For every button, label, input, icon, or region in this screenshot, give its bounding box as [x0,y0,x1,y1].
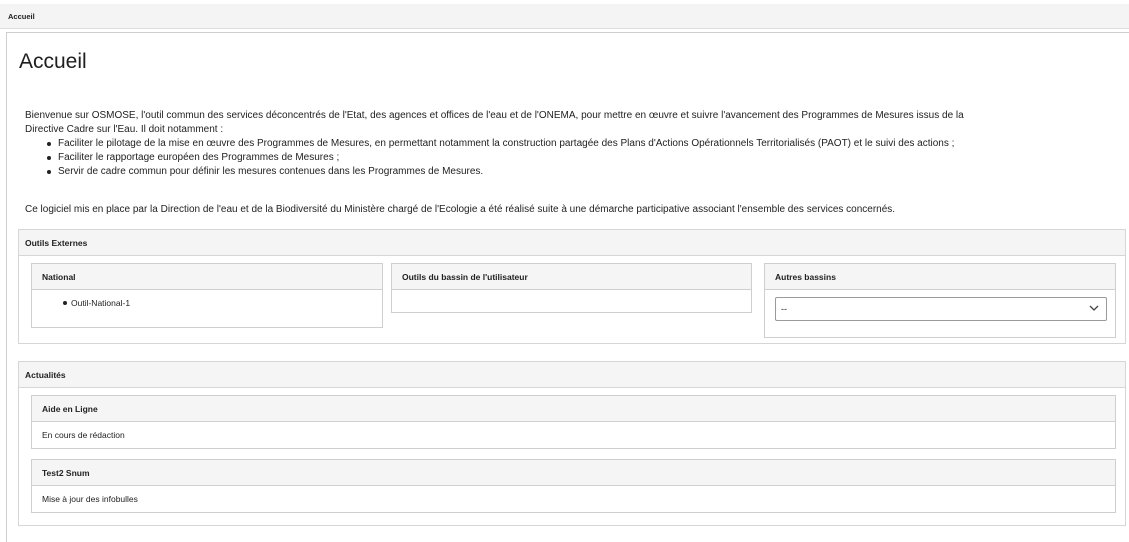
news-item-body: En cours de rédaction [42,430,125,440]
chevron-down-icon [1089,305,1099,311]
news-item-title: Aide en Ligne [32,396,1115,422]
news-item-title: Test2 Snum [32,460,1115,486]
news-item: Aide en Ligne En cours de rédaction [31,395,1116,449]
intro-bullet-list: Faciliter le pilotage de la mise en œuvr… [25,137,1105,179]
national-title: National [32,264,382,290]
actualites-panel: Actualités Aide en Ligne En cours de réd… [18,361,1126,526]
bassin-utilisateur-title: Outils du bassin de l'utilisateur [392,264,751,290]
autres-bassins-select[interactable]: -- [775,297,1107,321]
intro-closing: Ce logiciel mis en place par la Directio… [25,204,896,215]
intro-bullet: Servir de cadre commun pour définir les … [45,165,1105,179]
outils-externes-panel: Outils Externes National Outil-National-… [18,229,1126,344]
autres-bassins-box: Autres bassins -- [764,263,1116,338]
page-title: Accueil [19,50,87,73]
national-link-item[interactable]: Outil-National-1 [42,298,372,308]
outils-externes-title: Outils Externes [19,230,1125,256]
intro-text: Bienvenue sur OSMOSE, l'outil commun des… [25,109,1105,179]
intro-bullet: Faciliter le rapportage européen des Pro… [45,151,1105,165]
select-value: -- [781,304,787,314]
tab-accueil[interactable]: Accueil [8,12,35,21]
news-item-body: Mise à jour des infobulles [42,494,138,504]
top-tab-bar: Accueil [0,4,1129,29]
autres-bassins-title: Autres bassins [765,264,1115,290]
national-box: National Outil-National-1 [31,263,383,328]
actualites-title: Actualités [19,362,1125,388]
national-link-label[interactable]: Outil-National-1 [71,298,130,308]
intro-paragraph-line1: Bienvenue sur OSMOSE, l'outil commun des… [25,110,964,121]
intro-bullet: Faciliter le pilotage de la mise en œuvr… [45,137,1105,151]
news-item: Test2 Snum Mise à jour des infobulles [31,459,1116,513]
bassin-utilisateur-box: Outils du bassin de l'utilisateur [391,263,752,313]
intro-paragraph-line2: Directive Cadre sur l'Eau. Il doit notam… [25,124,224,135]
